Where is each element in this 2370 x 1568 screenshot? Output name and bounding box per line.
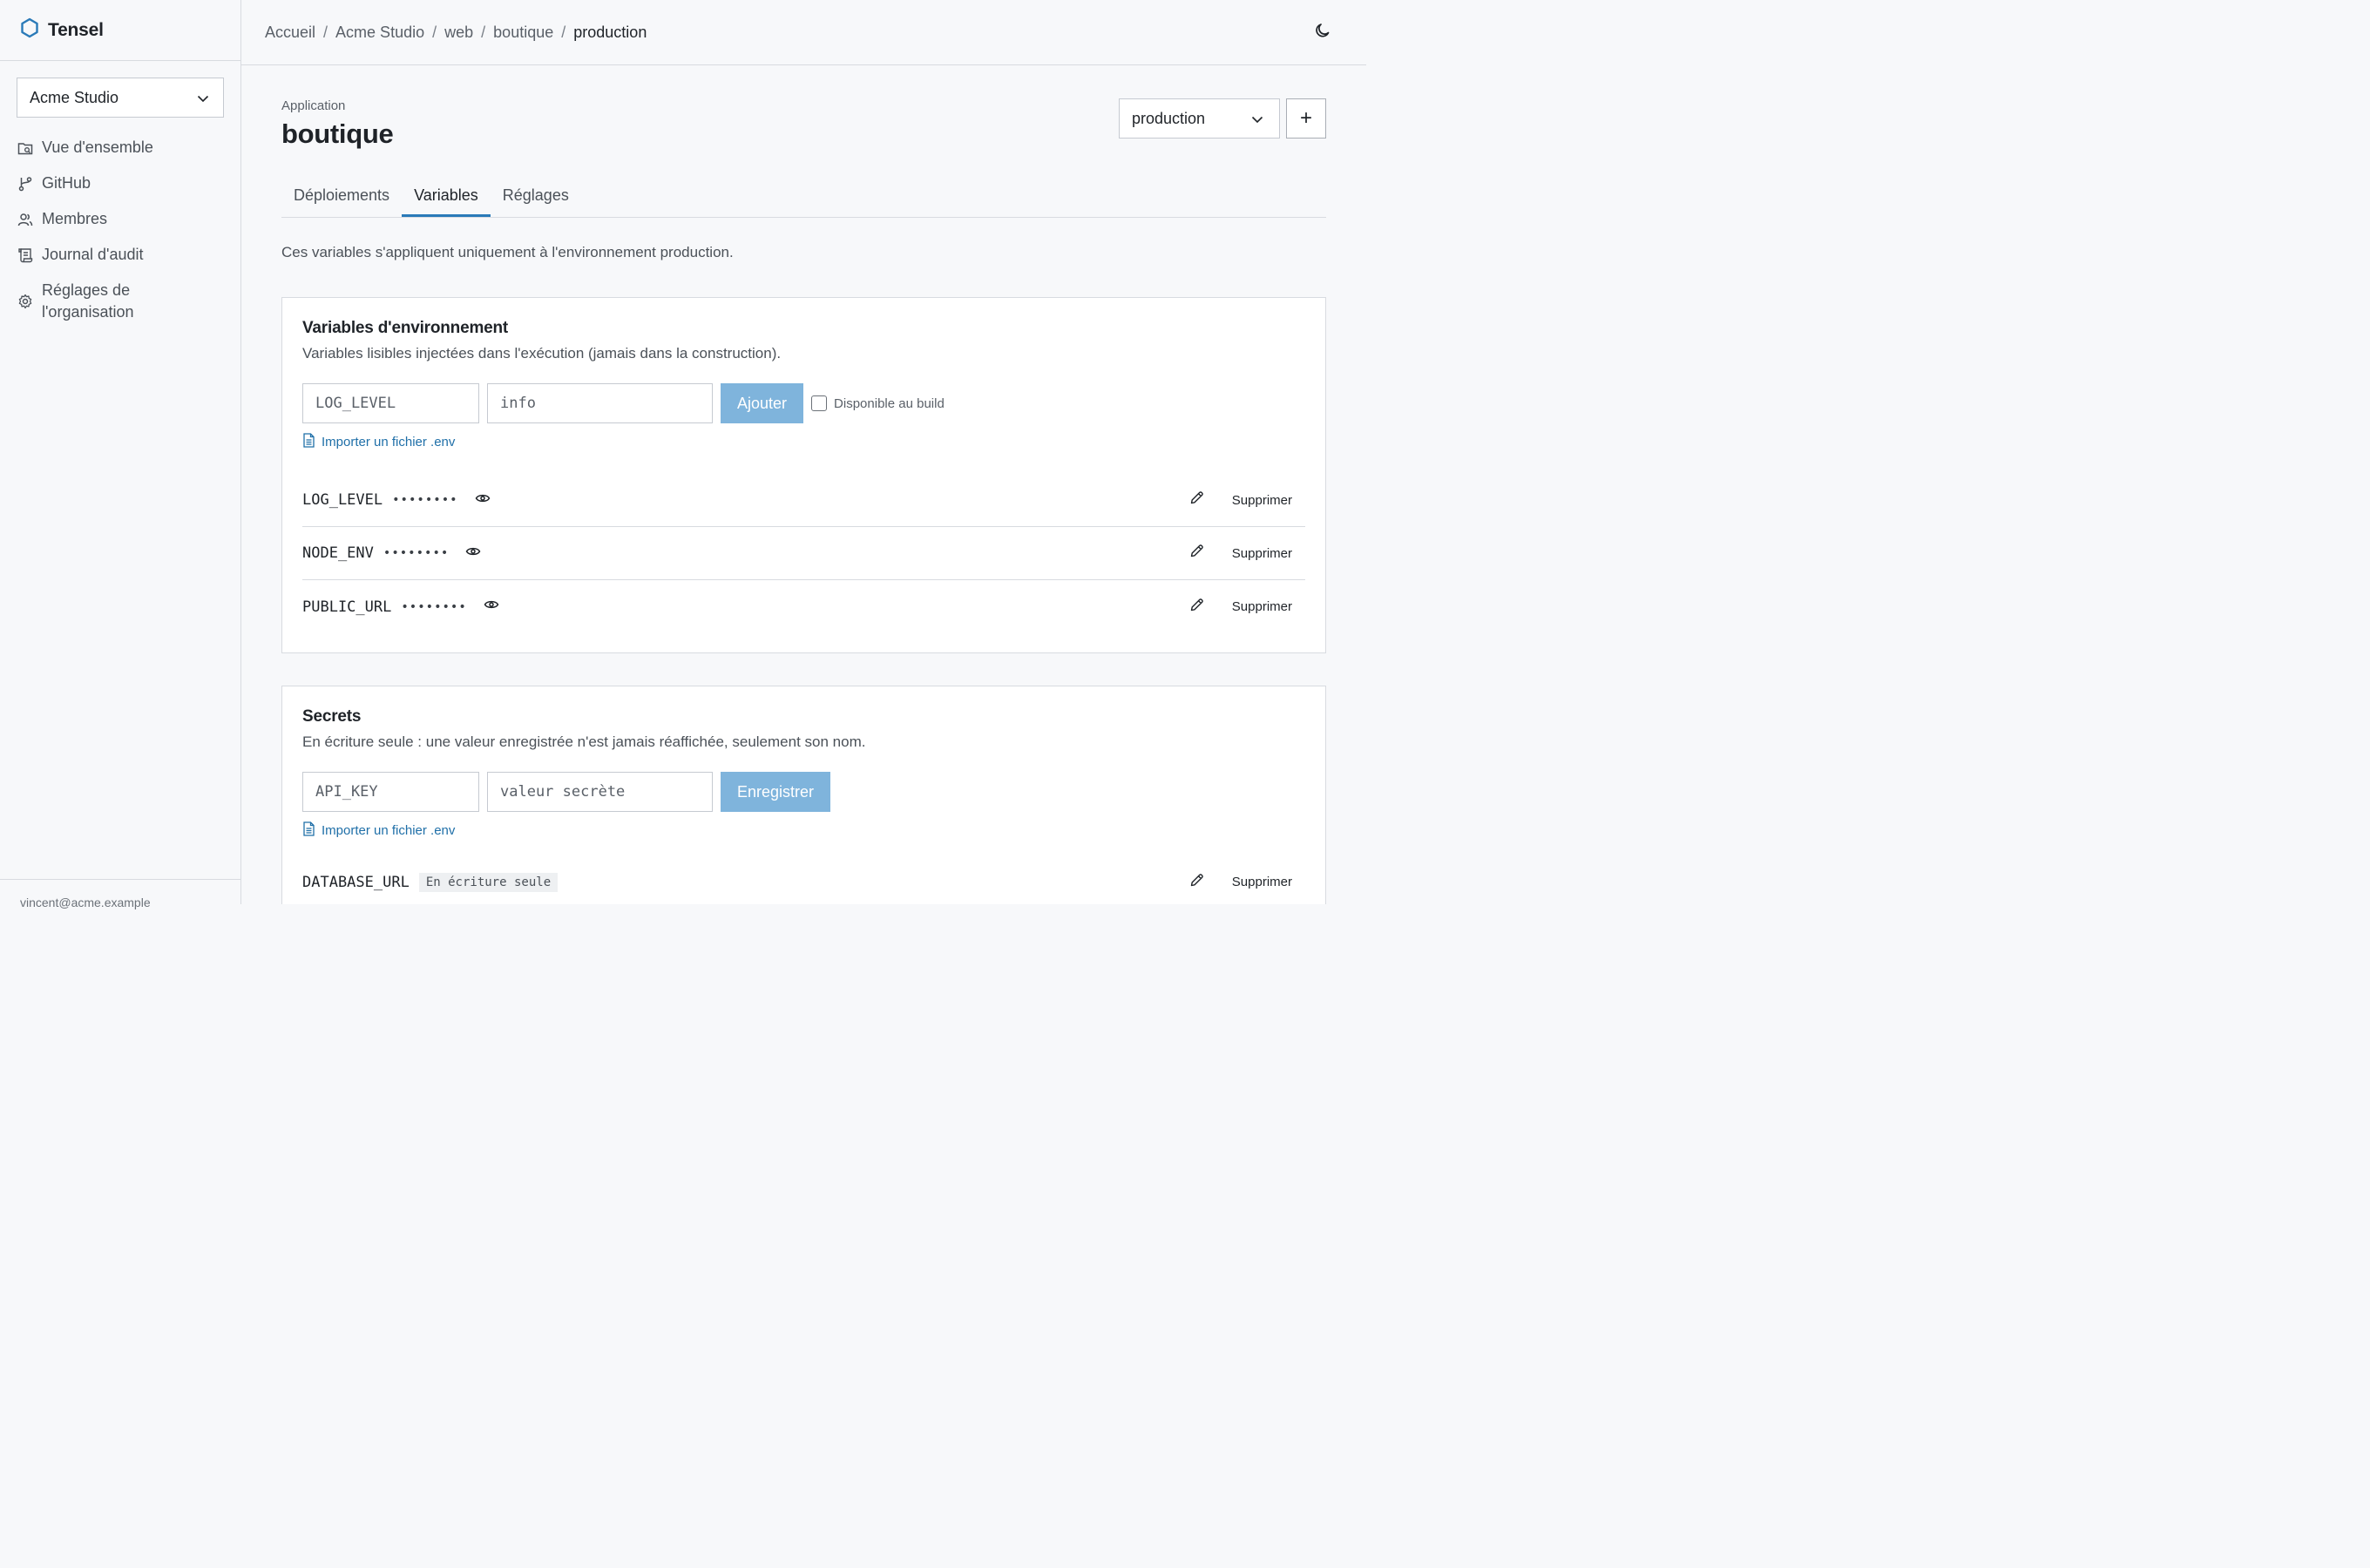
breadcrumb-separator: /: [561, 23, 566, 41]
masked-value: ••••••••: [383, 546, 450, 560]
sidebar-item-org-settings[interactable]: Réglages de l'organisation: [0, 280, 240, 323]
table-row: PUBLIC_URL •••••••• Supprimer: [302, 580, 1305, 633]
sidebar: Tensel Acme Studio Vue d'ensemble GitHub…: [0, 0, 241, 909]
add-environment-button[interactable]: +: [1286, 98, 1326, 139]
delete-button[interactable]: Supprimer: [1232, 493, 1292, 508]
card-title: Variables d'environnement: [302, 319, 509, 337]
variable-name: PUBLIC_URL: [302, 598, 392, 616]
table-row: LOG_LEVEL •••••••• Supprimer: [302, 474, 1305, 527]
add-variable-button[interactable]: Ajouter: [721, 383, 804, 423]
variable-name: NODE_ENV: [302, 544, 374, 562]
tab-deployments[interactable]: Déploiements: [281, 175, 402, 217]
save-secret-button[interactable]: Enregistrer: [721, 772, 831, 812]
breadcrumb-separator: /: [432, 23, 437, 41]
content: Application boutique production + Déploi…: [241, 65, 1366, 904]
card-title: Secrets: [302, 707, 362, 726]
sidebar-item-label: GitHub: [42, 174, 91, 192]
gear-icon: [17, 280, 33, 323]
pencil-icon[interactable]: [1189, 544, 1204, 563]
delete-button[interactable]: Supprimer: [1232, 599, 1292, 614]
masked-value: ••••••••: [392, 493, 458, 507]
env-variables-card: Variables d'environnement Variables lisi…: [281, 297, 1326, 653]
environment-select[interactable]: production: [1119, 98, 1280, 139]
variable-name: LOG_LEVEL: [302, 491, 383, 509]
brand-name: Tensel: [48, 19, 104, 40]
variable-list: LOG_LEVEL •••••••• Supprimer NODE_ENV ••…: [302, 474, 1305, 633]
overview-icon: [17, 137, 33, 159]
app-header: Application boutique production +: [281, 98, 1326, 150]
import-env-link[interactable]: Importer un fichier .env: [302, 433, 1305, 451]
main: Accueil / Acme Studio / web / boutique /…: [241, 0, 1366, 904]
sidebar-item-label: Membres: [42, 210, 108, 227]
breadcrumb-separator: /: [323, 23, 328, 41]
secret-key-input[interactable]: API_KEY: [302, 772, 479, 812]
file-icon: [302, 433, 315, 451]
org-select[interactable]: Acme Studio: [17, 78, 224, 118]
breadcrumb: Accueil / Acme Studio / web / boutique /…: [265, 24, 647, 42]
variable-value-input[interactable]: info: [487, 383, 713, 423]
secret-name: DATABASE_URL: [302, 873, 410, 891]
environment-select-value: production: [1132, 109, 1206, 127]
moon-icon[interactable]: [1314, 22, 1331, 44]
build-checkbox[interactable]: [811, 395, 828, 411]
pencil-icon[interactable]: [1189, 873, 1204, 892]
eye-icon[interactable]: [484, 598, 499, 615]
card-description: Variables lisibles injectées dans l'exéc…: [302, 345, 782, 362]
user-email: vincent@acme.example: [0, 879, 240, 909]
pencil-icon[interactable]: [1189, 490, 1204, 510]
sidebar-item-label: Réglages de l'organisation: [42, 281, 134, 321]
sidebar-item-label: Vue d'ensemble: [42, 139, 153, 156]
sidebar-item-github[interactable]: GitHub: [0, 172, 240, 194]
sidebar-item-overview[interactable]: Vue d'ensemble: [0, 137, 240, 159]
eye-icon[interactable]: [475, 492, 491, 509]
build-checkbox-label: Disponible au build: [834, 395, 945, 411]
scope-note: Ces variables s'appliquent uniquement à …: [281, 244, 734, 260]
chevron-down-icon: [1251, 110, 1263, 128]
breadcrumb-item[interactable]: boutique: [493, 24, 553, 42]
delete-button[interactable]: Supprimer: [1232, 875, 1292, 889]
secret-value-input[interactable]: valeur secrète: [487, 772, 713, 812]
breadcrumb-item[interactable]: Accueil: [265, 24, 315, 42]
import-env-label: Importer un fichier .env: [322, 823, 456, 838]
page-title: boutique: [281, 118, 394, 149]
env-controls: production +: [1119, 98, 1326, 139]
file-icon: [302, 821, 315, 840]
breadcrumb-separator: /: [481, 23, 486, 41]
masked-value: ••••••••: [401, 599, 467, 614]
secrets-card: Secrets En écriture seule : une valeur e…: [281, 686, 1326, 904]
git-branch-icon: [17, 172, 33, 194]
eye-icon[interactable]: [465, 545, 481, 562]
org-select-value: Acme Studio: [30, 88, 119, 106]
import-env-link[interactable]: Importer un fichier .env: [302, 821, 1305, 840]
users-icon: [17, 208, 33, 230]
tab-variables[interactable]: Variables: [402, 175, 491, 217]
write-only-badge: En écriture seule: [418, 872, 559, 892]
sidebar-item-label: Journal d'audit: [42, 246, 144, 263]
app-label: Application: [281, 98, 346, 113]
add-variable-form: LOG_LEVEL info Ajouter Disponible au bui…: [302, 383, 1305, 423]
tabs: Déploiements Variables Réglages: [281, 175, 1326, 218]
table-row: DATABASE_URL En écriture seule Supprimer: [302, 855, 1305, 904]
tab-settings[interactable]: Réglages: [491, 175, 581, 217]
pencil-icon[interactable]: [1189, 598, 1204, 617]
sidebar-item-members[interactable]: Membres: [0, 208, 240, 230]
table-row: NODE_ENV •••••••• Supprimer: [302, 527, 1305, 580]
brand[interactable]: Tensel: [0, 0, 240, 61]
scroll-icon: [17, 244, 33, 266]
delete-button[interactable]: Supprimer: [1232, 546, 1292, 561]
secret-list: DATABASE_URL En écriture seule Supprimer: [302, 855, 1305, 904]
card-description: En écriture seule : une valeur enregistr…: [302, 733, 866, 750]
sidebar-nav: Vue d'ensemble GitHub Membres Journal d'…: [0, 137, 240, 323]
sidebar-item-audit-log[interactable]: Journal d'audit: [0, 244, 240, 266]
import-env-label: Importer un fichier .env: [322, 435, 456, 449]
variable-key-input[interactable]: LOG_LEVEL: [302, 383, 479, 423]
breadcrumb-current: production: [573, 23, 647, 41]
topbar: Accueil / Acme Studio / web / boutique /…: [241, 0, 1366, 65]
breadcrumb-item[interactable]: web: [444, 24, 473, 42]
hexagon-logo-icon: [20, 17, 39, 43]
chevron-down-icon: [197, 89, 209, 107]
breadcrumb-item[interactable]: Acme Studio: [335, 24, 424, 42]
build-available-toggle[interactable]: Disponible au build: [811, 395, 945, 411]
add-secret-form: API_KEY valeur secrète Enregistrer: [302, 772, 1305, 812]
